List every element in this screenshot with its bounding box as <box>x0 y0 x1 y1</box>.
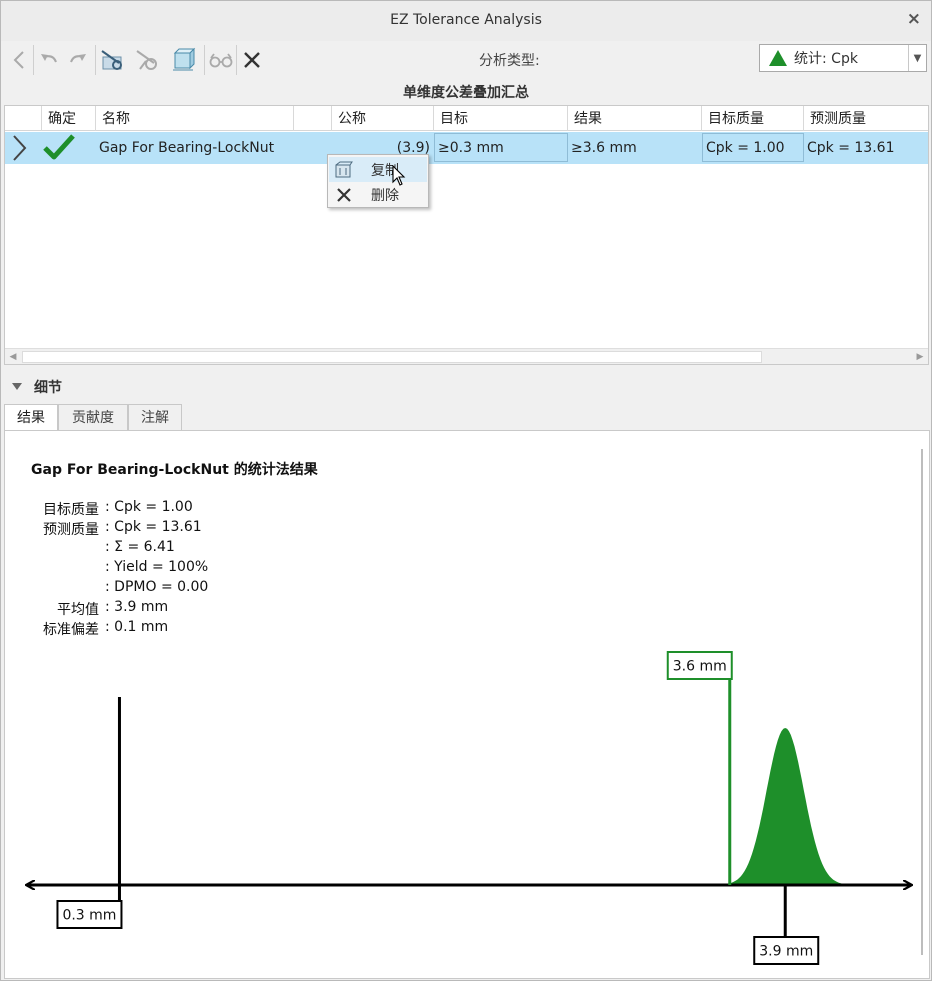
result-limit-label: 3.6 mm <box>673 659 727 675</box>
edit-stack-button[interactable] <box>133 45 161 75</box>
horizontal-scrollbar[interactable]: ◀ ▶ <box>5 348 928 364</box>
distribution-chart: 0.3 mm 3.6 mm 3.9 mm <box>5 651 929 965</box>
header-confirmed[interactable]: 确定 <box>42 106 96 131</box>
window-title: EZ Tolerance Analysis <box>390 12 542 28</box>
undo-button[interactable] <box>35 45 63 75</box>
toolbar: 分析类型: 统计: Cpk ▼ <box>1 41 931 79</box>
mean-label: 3.9 mm <box>759 944 813 960</box>
redo-icon <box>70 54 86 63</box>
checkmark-icon <box>43 134 75 160</box>
status-cell <box>43 132 77 164</box>
analysis-type-select[interactable]: 统计: Cpk ▼ <box>759 44 927 72</box>
delete-button[interactable] <box>238 45 266 75</box>
summary-title: 单维度公差叠加汇总 <box>403 85 529 101</box>
back-icon <box>13 51 24 69</box>
redo-button[interactable] <box>64 45 92 75</box>
chevron-right-icon <box>13 135 27 161</box>
header-blank[interactable] <box>294 106 332 131</box>
tab-annotations[interactable]: 注解 <box>128 404 182 431</box>
header-target-quality[interactable]: 目标质量 <box>702 106 804 131</box>
context-menu-copy[interactable]: 复制 <box>329 157 427 182</box>
back-button[interactable] <box>5 45 33 75</box>
summary-table: 确定 名称 公称 目标 结果 目标质量 预测质量 Gap For Bearing… <box>4 105 929 365</box>
target-limit-label: 0.3 mm <box>62 908 116 924</box>
analysis-type-label: 分析类型: <box>479 53 540 69</box>
row-name: Gap For Bearing-LockNut <box>99 140 275 156</box>
header-nominal[interactable]: 公称 <box>332 106 434 131</box>
tab-results[interactable]: 结果 <box>4 404 58 432</box>
app-window: EZ Tolerance Analysis × 分析类型: 统计: Cpk ▼ … <box>0 0 932 981</box>
header-name[interactable]: 名称 <box>96 106 294 131</box>
scroll-right-icon[interactable]: ▶ <box>912 349 928 365</box>
copy-icon <box>329 161 359 179</box>
distribution-curve <box>711 728 860 885</box>
table-row[interactable]: Gap For Bearing-LockNut (3.9) ≥0.3 mm ≥3… <box>5 132 928 164</box>
add-stack-icon <box>101 50 122 70</box>
chevron-down-icon[interactable]: ▼ <box>908 45 926 71</box>
details-label: 细节 <box>34 380 62 396</box>
row-expander[interactable] <box>9 132 39 164</box>
close-icon[interactable]: × <box>907 9 921 29</box>
tab-contribution[interactable]: 贡献度 <box>58 404 128 431</box>
details-header[interactable]: 细节 <box>1 373 931 399</box>
marker-layer: 0.3 mm 3.6 mm 3.9 mm <box>56 651 820 965</box>
glasses-icon <box>209 53 233 68</box>
header-result[interactable]: 结果 <box>568 106 702 131</box>
toolbar-separator <box>236 45 237 75</box>
row-target[interactable]: ≥0.3 mm <box>434 133 568 162</box>
title-bar: EZ Tolerance Analysis × <box>1 1 931 41</box>
toolbar-separator <box>95 45 96 75</box>
green-triangle-icon <box>769 50 787 66</box>
add-stack-button[interactable] <box>98 45 126 75</box>
cube-button[interactable] <box>169 45 197 75</box>
delete-icon <box>329 186 359 204</box>
row-predicted-quality: Cpk = 13.61 <box>807 140 895 156</box>
context-menu: 复制 删除 <box>327 154 429 208</box>
table-header: 确定 名称 公称 目标 结果 目标质量 预测质量 <box>5 106 928 131</box>
toolbar-separator <box>33 45 34 75</box>
mouse-cursor-icon <box>392 165 406 186</box>
analysis-type-value: 统计: Cpk <box>794 51 858 67</box>
delete-icon <box>244 52 260 68</box>
preview-button[interactable] <box>207 45 235 75</box>
context-menu-delete[interactable]: 删除 <box>329 182 427 207</box>
row-target-quality[interactable]: Cpk = 1.00 <box>702 133 804 162</box>
context-menu-delete-label: 删除 <box>371 187 399 204</box>
header-target[interactable]: 目标 <box>434 106 568 131</box>
edit-stack-icon <box>136 50 157 70</box>
undo-icon <box>41 54 57 63</box>
cube-icon <box>173 47 196 71</box>
scrollbar-thumb[interactable] <box>22 351 762 363</box>
collapse-triangle-icon[interactable] <box>12 383 22 390</box>
header-expander <box>5 106 42 131</box>
toolbar-separator <box>204 45 205 75</box>
scroll-left-icon[interactable]: ◀ <box>5 349 21 365</box>
row-result: ≥3.6 mm <box>571 140 637 156</box>
results-panel: Gap For Bearing-LockNut 的统计法结果 目标质量 : Cp… <box>4 430 930 979</box>
header-predicted-quality[interactable]: 预测质量 <box>804 106 928 131</box>
